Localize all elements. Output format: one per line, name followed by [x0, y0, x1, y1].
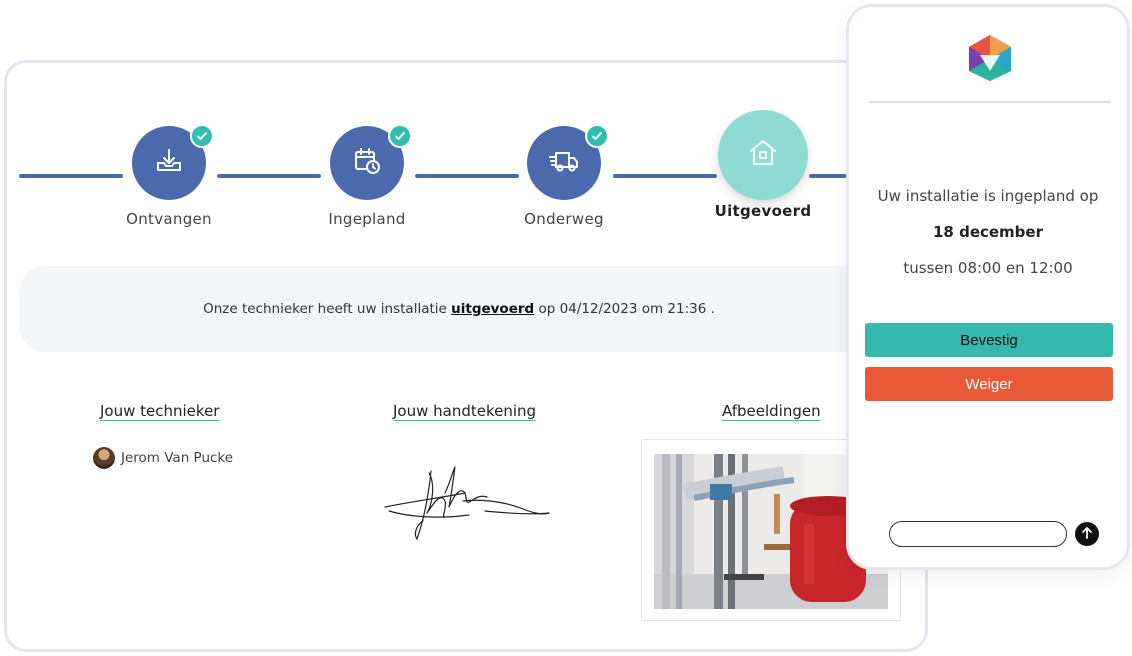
avatar — [93, 447, 115, 469]
status-suffix: op 04/12/2023 om 21:36 . — [534, 301, 715, 317]
step-label-current: Uitgevoerd — [714, 202, 812, 220]
schedule-date: 18 december — [932, 223, 1043, 241]
house-icon — [746, 136, 780, 174]
main-card: Ontvangen Ingepland Onderweg Uitgevoerd … — [4, 60, 928, 652]
confirm-button[interactable]: Bevestig — [865, 323, 1113, 357]
step-uitgevoerd: Uitgevoerd — [683, 110, 843, 220]
technician-title: Jouw technieker — [100, 402, 220, 420]
technician-name: Jerom Van Pucke — [121, 450, 234, 466]
check-icon — [388, 124, 412, 148]
app-logo-icon — [967, 33, 1013, 87]
step-circle — [330, 124, 412, 200]
images-title: Afbeeldingen — [722, 402, 821, 420]
divider — [869, 101, 1111, 103]
calendar-clock-icon — [352, 146, 382, 180]
download-tray-icon — [154, 146, 184, 180]
step-ontvangen: Ontvangen — [89, 124, 249, 228]
check-icon — [190, 124, 214, 148]
schedule-time: tussen 08:00 en 12:00 — [903, 259, 1073, 277]
step-ingepland: Ingepland — [287, 124, 447, 228]
signature-image — [383, 463, 553, 559]
step-label: Ingepland — [328, 210, 406, 228]
decline-button[interactable]: Weiger — [865, 367, 1113, 401]
step-circle-current — [718, 110, 808, 200]
delivery-truck-icon — [548, 146, 580, 180]
technician: Jerom Van Pucke — [93, 447, 233, 469]
schedule-message: Uw installatie is ingepland op — [877, 187, 1099, 205]
message-input[interactable] — [889, 521, 1067, 547]
status-link[interactable]: uitgevoerd — [451, 301, 534, 317]
step-label: Ontvangen — [126, 210, 212, 228]
step-label: Onderweg — [524, 210, 604, 228]
arrow-up-icon — [1080, 525, 1094, 544]
send-button[interactable] — [1075, 522, 1099, 546]
status-message: Onze technieker heeft uw installatie uit… — [19, 266, 899, 352]
phone-panel: Uw installatie is ingepland op 18 decemb… — [846, 4, 1130, 570]
status-prefix: Onze technieker heeft uw installatie — [203, 301, 452, 317]
step-circle — [527, 124, 609, 200]
check-icon — [585, 124, 609, 148]
step-onderweg: Onderweg — [484, 124, 644, 228]
signature-title: Jouw handtekening — [393, 402, 537, 420]
step-circle — [132, 124, 214, 200]
